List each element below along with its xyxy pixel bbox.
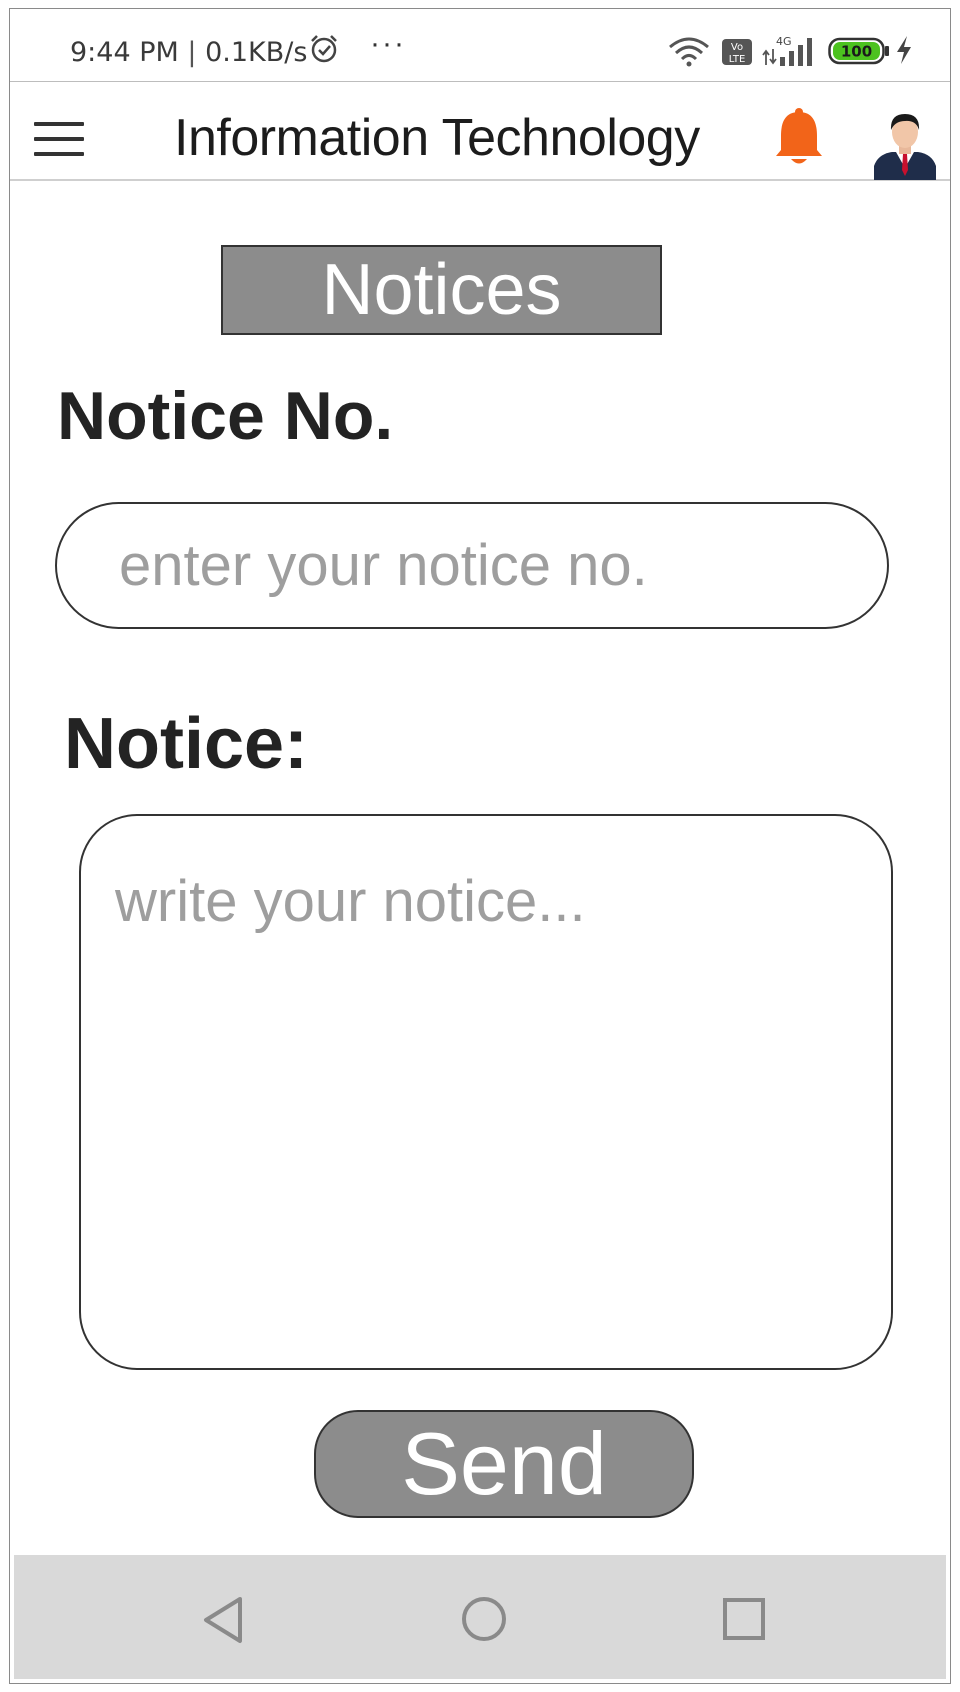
network-speed: 0.1KB/s xyxy=(205,37,308,68)
phone-screen: 9:44 PM | 0.1KB/s ··· Vo LTE 4G 100 Info… xyxy=(9,8,951,1684)
wifi-icon xyxy=(669,37,709,67)
bell-icon[interactable] xyxy=(774,106,824,168)
alarm-clock-icon xyxy=(311,35,337,63)
status-time: 9:44 PM | 0.1KB/s xyxy=(70,37,307,68)
notice-no-label: Notice No. xyxy=(57,378,394,454)
home-icon[interactable] xyxy=(460,1595,508,1643)
cellular-signal-icon: 4G xyxy=(762,35,812,66)
app-title: Information Technology xyxy=(174,109,700,167)
system-nav-bar xyxy=(14,1555,946,1679)
volte-icon: Vo LTE xyxy=(722,39,752,65)
charging-bolt-icon xyxy=(897,36,911,64)
back-icon[interactable] xyxy=(200,1595,246,1645)
battery-level: 100 xyxy=(841,43,872,61)
notice-label: Notice: xyxy=(64,704,309,784)
clock-text: 9:44 PM xyxy=(70,37,179,68)
notice-no-input[interactable] xyxy=(55,502,889,629)
status-separator: | xyxy=(187,37,197,68)
battery-icon: 100 xyxy=(828,37,889,65)
status-bar: 9:44 PM | 0.1KB/s ··· Vo LTE 4G 100 xyxy=(10,9,950,81)
recents-icon[interactable] xyxy=(722,1597,766,1641)
svg-text:Vo: Vo xyxy=(731,42,743,53)
user-avatar[interactable] xyxy=(874,110,936,180)
hamburger-menu-icon[interactable] xyxy=(34,122,84,158)
app-bar: Information Technology xyxy=(10,81,950,181)
send-button[interactable]: Send xyxy=(314,1410,694,1518)
more-notifications-icon: ··· xyxy=(370,27,406,60)
page-title: Notices xyxy=(221,245,662,335)
svg-text:LTE: LTE xyxy=(729,54,746,65)
network-type-label: 4G xyxy=(776,35,792,48)
notice-textarea[interactable] xyxy=(79,814,893,1370)
